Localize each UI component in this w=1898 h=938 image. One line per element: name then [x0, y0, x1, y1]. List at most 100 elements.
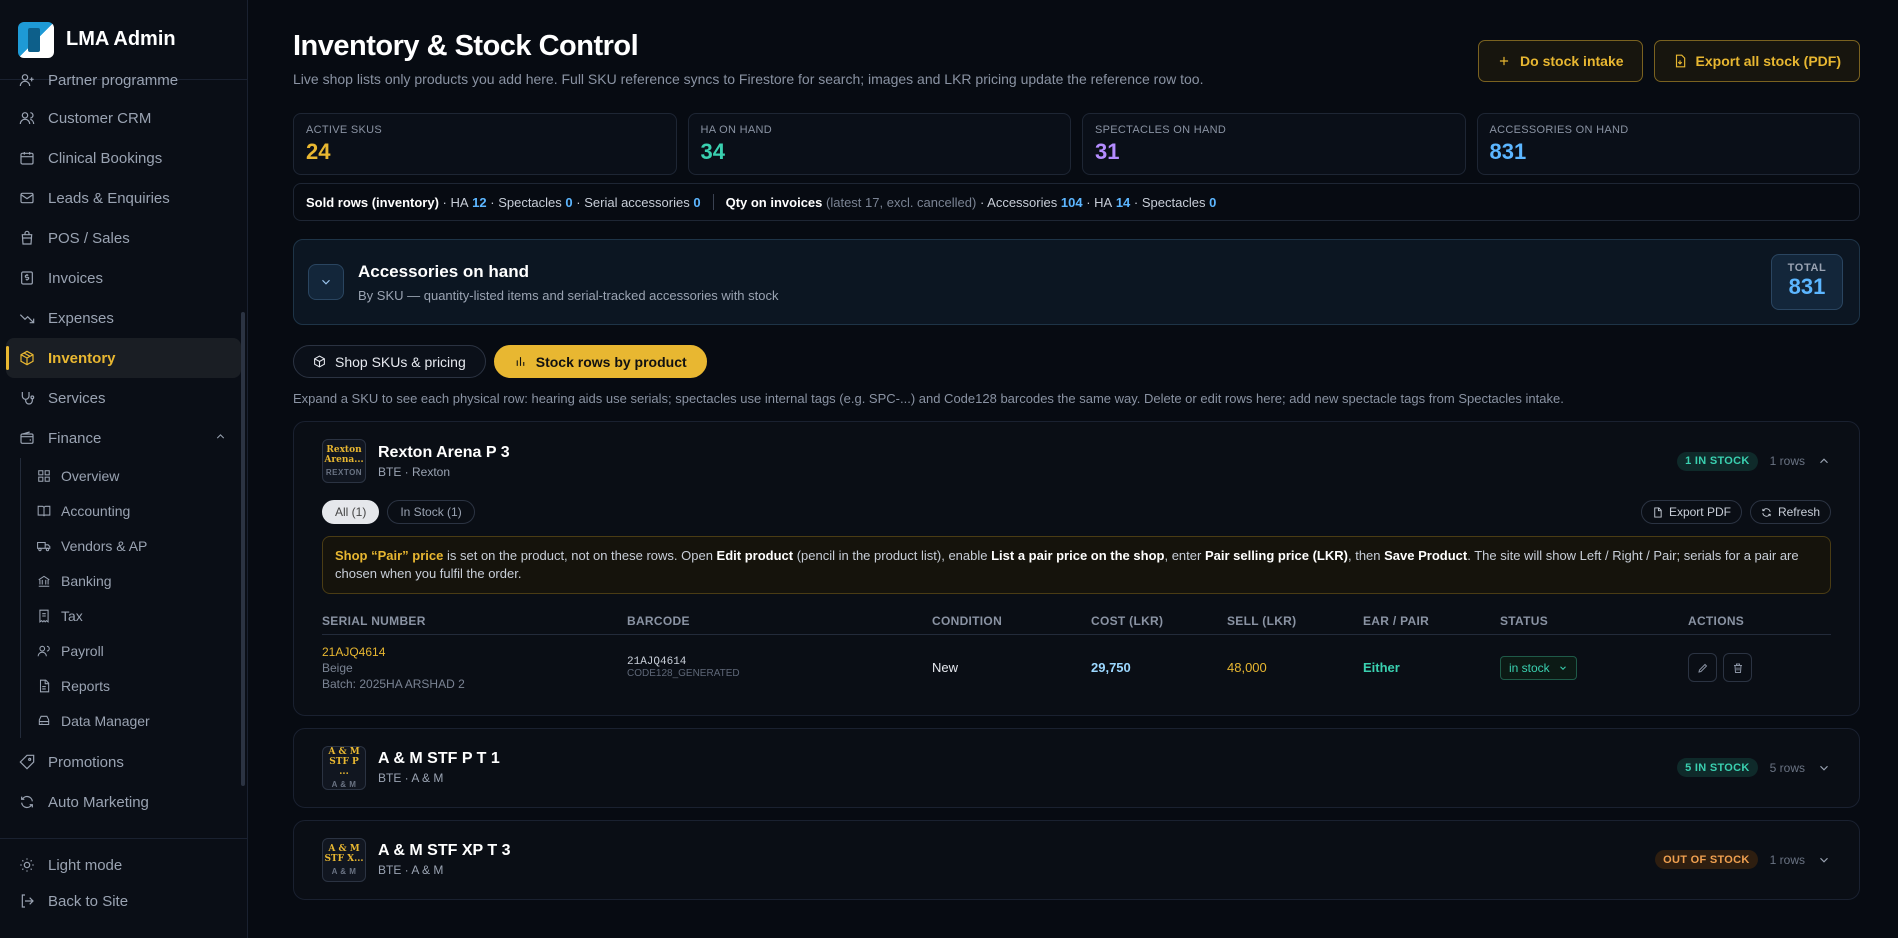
- sidebar-subitem-tax[interactable]: Tax: [25, 598, 241, 633]
- header-actions: Do stock intake Export all stock (PDF): [1478, 40, 1860, 82]
- stock-badge: 5 IN STOCK: [1677, 758, 1758, 777]
- export-pdf-button[interactable]: Export PDF: [1640, 500, 1742, 524]
- tab-stock-rows-by-product[interactable]: Stock rows by product: [493, 345, 707, 378]
- sidebar-subitem-vendors-ap[interactable]: Vendors & AP: [25, 528, 241, 563]
- finance-subnav: Overview Accounting Vendors & AP Banking…: [20, 458, 241, 738]
- sidebar-item-promotions[interactable]: Promotions: [6, 742, 241, 782]
- sidebar-subitem-payroll[interactable]: Payroll: [25, 633, 241, 668]
- thumb-text: Arena...: [324, 455, 364, 465]
- refresh-icon: [21, 795, 33, 809]
- product-meta: BTE · Rexton: [378, 464, 451, 479]
- product-meta: BTE · A & M: [378, 863, 444, 877]
- sold-serial-count: 0: [693, 194, 701, 210]
- product-card: A & M STF P ... A & M A & M STF P T 1 BT…: [293, 727, 1860, 808]
- file-download-icon: [1675, 54, 1685, 68]
- sidebar-item-label: Leads & Enquiries: [48, 189, 170, 207]
- product-thumbnail: A & M STF X... A & M: [322, 837, 366, 882]
- stat-label: ACCESSORIES ON HAND: [1489, 124, 1629, 136]
- product-header[interactable]: A & M STF P ... A & M A & M STF P T 1 BT…: [322, 729, 1831, 807]
- filter-all[interactable]: All (1): [322, 500, 380, 524]
- stat-label: SPECTACLES ON HAND: [1095, 124, 1227, 136]
- refresh-button[interactable]: Refresh: [1749, 500, 1831, 524]
- accessories-text: Accessories on hand By SKU — quantity-li…: [358, 262, 779, 303]
- sidebar-item-inventory[interactable]: Inventory: [6, 338, 241, 378]
- people-icon: [37, 645, 50, 656]
- thumb-text: A & M: [328, 746, 360, 757]
- chevron-down-icon[interactable]: [1817, 853, 1831, 867]
- qty-ha-count: 14: [1115, 194, 1131, 210]
- drive-icon: [38, 715, 50, 725]
- plus-icon: [1499, 56, 1509, 66]
- sidebar-scrollbar[interactable]: [241, 312, 245, 786]
- qty-spec-label: · Spectacles: [1133, 194, 1206, 210]
- sidebar-item-finance[interactable]: Finance: [6, 418, 241, 458]
- delete-row-button[interactable]: [1723, 653, 1752, 683]
- product-name: A & M STF XP T 3: [378, 842, 511, 859]
- sidebar-item-invoices[interactable]: Invoices: [6, 258, 241, 298]
- sidebar-subitem-data-manager[interactable]: Data Manager: [25, 703, 241, 738]
- product-info: Rexton Arena P 3 BTE · Rexton: [378, 444, 510, 479]
- file-icon: [1654, 506, 1662, 518]
- light-mode-toggle[interactable]: Light mode: [6, 847, 241, 883]
- sidebar-item-customer-crm[interactable]: Customer CRM: [6, 98, 241, 138]
- sidebar-item-pos-sales[interactable]: POS / Sales: [6, 218, 241, 258]
- sidebar-subitem-label: Overview: [61, 467, 120, 484]
- product-header[interactable]: A & M STF X... A & M A & M STF XP T 3 BT…: [322, 821, 1831, 899]
- edit-row-button[interactable]: [1688, 653, 1717, 683]
- accessories-expand-toggle[interactable]: [308, 264, 344, 300]
- serial-number-link[interactable]: 21AJQ4614: [322, 645, 627, 659]
- sidebar-item-services[interactable]: Services: [6, 378, 241, 418]
- product-name: Rexton Arena P 3: [378, 443, 510, 461]
- product-status: OUT OF STOCK 1 rows: [1655, 850, 1831, 869]
- status-select[interactable]: in stock: [1500, 655, 1577, 680]
- product-meta: BTE · A & M: [378, 771, 444, 785]
- tab-shop-skus-pricing[interactable]: Shop SKUs & pricing: [293, 345, 486, 378]
- receipt-icon: [39, 609, 49, 623]
- product-info: A & M STF XP T 3 BTE · A & M: [378, 842, 510, 877]
- sidebar-subitem-banking[interactable]: Banking: [25, 563, 241, 598]
- column-header: ACTIONS: [1688, 614, 1831, 635]
- note-text: , enter: [1164, 548, 1205, 563]
- trend-down-icon: [19, 314, 35, 324]
- product-name: A & M STF P T 1: [378, 750, 500, 767]
- back-to-site-link[interactable]: Back to Site: [6, 883, 241, 919]
- sidebar-subitem-overview[interactable]: Overview: [25, 458, 241, 493]
- thumb-text: Rexton: [326, 445, 362, 455]
- sidebar-item-label: Invoices: [48, 269, 104, 287]
- filter-in-stock[interactable]: In Stock (1): [387, 500, 475, 524]
- chevron-down-icon[interactable]: [1817, 761, 1831, 775]
- export-all-stock-button[interactable]: Export all stock (PDF): [1653, 40, 1860, 82]
- sidebar-subitem-accounting[interactable]: Accounting: [25, 493, 241, 528]
- condition-cell: New: [932, 660, 959, 676]
- sidebar-item-auto-marketing[interactable]: Auto Marketing: [6, 782, 241, 822]
- sold-ha-label: · HA: [442, 194, 469, 210]
- sidebar-item-expenses[interactable]: Expenses: [6, 298, 241, 338]
- stock-intake-button[interactable]: Do stock intake: [1478, 40, 1643, 82]
- pair-price-note: Shop “Pair” price is set on the product,…: [322, 536, 1831, 594]
- qty-invoices-label: Qty on invoices: [725, 194, 823, 210]
- sidebar-subitem-reports[interactable]: Reports: [25, 668, 241, 703]
- logout-icon: [21, 894, 34, 908]
- dollar-icon: [21, 271, 33, 285]
- chevron-up-icon[interactable]: [1817, 454, 1831, 468]
- product-header[interactable]: Rexton Arena... REXTON Rexton Arena P 3 …: [322, 422, 1831, 500]
- status-cell: in stock: [1500, 635, 1688, 701]
- bag-icon: [21, 230, 33, 245]
- brand-name: LMA Admin: [66, 28, 176, 50]
- file-icon: [39, 679, 50, 692]
- sidebar-item-clinical-bookings[interactable]: Clinical Bookings: [6, 138, 241, 178]
- stat-card-ha-on-hand: HA ON HAND 34: [687, 113, 1071, 175]
- table-row: 21AJQ4614 Beige Batch: 2025HA ARSHAD 2 2…: [322, 635, 1831, 701]
- column-header: CONDITION: [932, 614, 1091, 635]
- sidebar-item-partner-programme[interactable]: Partner programme: [6, 72, 241, 98]
- help-text: Expand a SKU to see each physical row: h…: [293, 391, 1564, 406]
- stat-card-active-skus: ACTIVE SKUS 24: [293, 113, 677, 175]
- sidebar-item-leads-enquiries[interactable]: Leads & Enquiries: [6, 178, 241, 218]
- note-text: Edit product: [716, 548, 794, 563]
- brand[interactable]: LMA Admin: [0, 0, 247, 80]
- export-pdf-label: Export PDF: [1668, 505, 1731, 519]
- stethoscope-icon: [21, 392, 35, 405]
- sidebar-item-label: Services: [48, 389, 106, 407]
- box-icon: [20, 350, 34, 366]
- sidebar-subitem-label: Reports: [61, 677, 111, 694]
